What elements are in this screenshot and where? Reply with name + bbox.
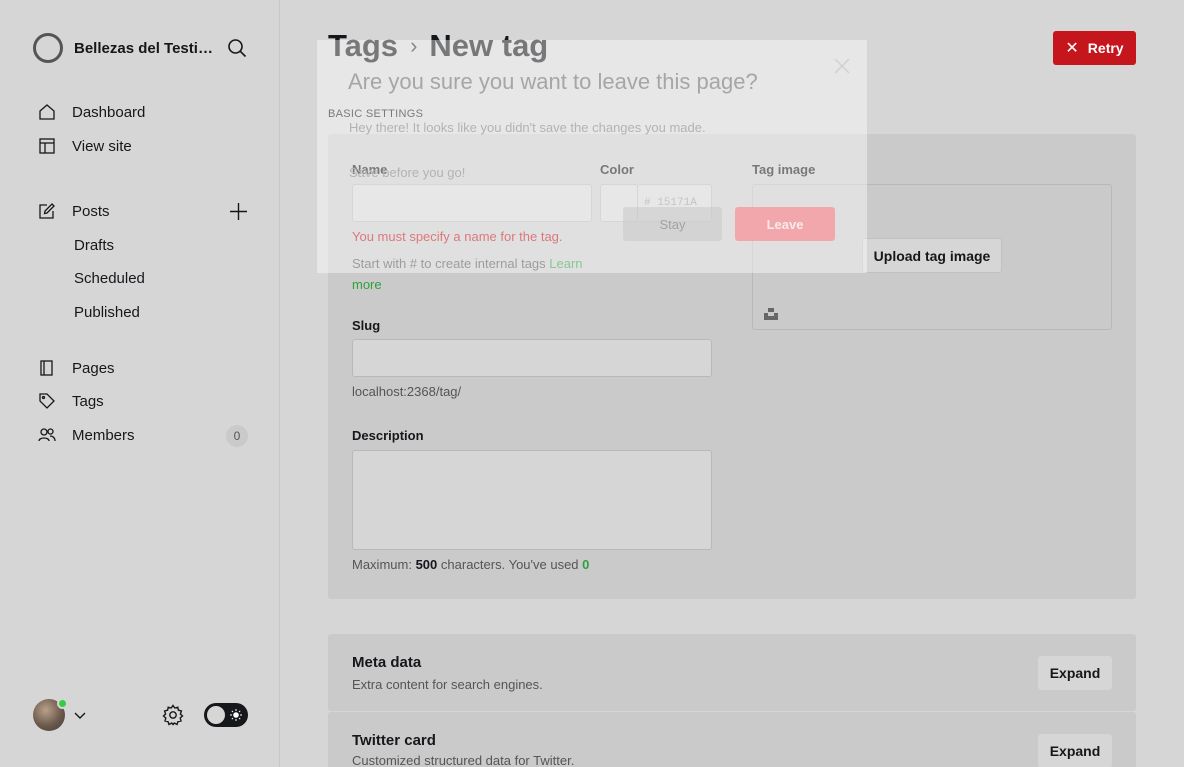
section-subtitle: Customized structured data for Twitter. — [352, 753, 575, 767]
slug-label: Slug — [352, 318, 381, 333]
page-icon — [40, 360, 53, 376]
chevron-down-icon[interactable] — [74, 709, 86, 721]
slug-hint: localhost:2368/tag/ — [352, 384, 462, 399]
site-name: Bellezas del Testing — [74, 39, 214, 57]
expand-twitter-card-button[interactable]: Expand — [1038, 734, 1112, 767]
sidebar: Bellezas del Testing Dashboard View site… — [0, 0, 280, 767]
meta-data-section: Meta data Extra content for search engin… — [328, 634, 1136, 711]
description-textarea[interactable] — [352, 450, 712, 550]
sidebar-item-label: Members — [72, 426, 135, 444]
retry-button[interactable]: ✕ Retry — [1053, 31, 1136, 65]
expand-meta-data-button[interactable]: Expand — [1038, 656, 1112, 690]
sidebar-item-pages[interactable]: Pages — [38, 359, 115, 377]
modal-body: Hey there! It looks like you didn't save… — [349, 120, 706, 180]
section-title: Meta data — [352, 654, 422, 671]
sidebar-item-tags[interactable]: Tags — [38, 392, 104, 410]
sidebar-item-members[interactable]: Members — [38, 426, 135, 444]
site-brand[interactable]: Bellezas del Testing — [33, 33, 214, 63]
layout-icon — [39, 138, 55, 154]
site-logo — [33, 33, 63, 63]
close-icon: ✕ — [1065, 40, 1079, 57]
sidebar-item-dashboard[interactable]: Dashboard — [38, 103, 145, 121]
sidebar-item-label: Posts — [72, 202, 110, 220]
upload-tag-image-button[interactable]: Upload tag image — [862, 238, 1002, 273]
gear-icon[interactable] — [162, 704, 184, 726]
close-icon[interactable] — [832, 56, 852, 76]
description-label: Description — [352, 428, 424, 443]
sun-icon — [230, 709, 242, 721]
unsplash-icon[interactable] — [764, 307, 778, 321]
members-count-badge: 0 — [226, 425, 248, 447]
online-status-dot — [57, 698, 68, 709]
description-hint: Maximum: 500 characters. You've used 0 — [352, 557, 590, 572]
toggle-knob — [207, 706, 225, 724]
leave-button[interactable]: Leave — [735, 207, 835, 241]
sidebar-item-drafts[interactable]: Drafts — [74, 237, 114, 254]
sidebar-item-label: Tags — [72, 392, 104, 410]
edit-icon — [39, 203, 55, 219]
stay-button[interactable]: Stay — [623, 207, 722, 241]
sidebar-item-published[interactable]: Published — [74, 304, 140, 321]
sidebar-item-posts[interactable]: Posts — [38, 202, 110, 220]
modal-title: Are you sure you want to leave this page… — [348, 69, 758, 94]
twitter-card-section: Twitter card Customized structured data … — [328, 712, 1136, 767]
tag-icon — [39, 393, 55, 409]
slug-input[interactable] — [352, 339, 712, 377]
section-subtitle: Extra content for search engines. — [352, 677, 543, 692]
sidebar-item-label: View site — [72, 137, 132, 155]
sidebar-item-label: Dashboard — [72, 103, 146, 121]
sidebar-item-scheduled[interactable]: Scheduled — [74, 270, 145, 287]
add-post-icon[interactable] — [229, 202, 248, 221]
search-icon[interactable] — [227, 38, 247, 58]
retry-label: Retry — [1087, 40, 1124, 56]
section-title: Twitter card — [352, 732, 436, 749]
dark-mode-toggle[interactable] — [204, 703, 248, 727]
members-icon — [38, 428, 56, 442]
sidebar-item-view-site[interactable]: View site — [38, 137, 132, 155]
home-icon — [39, 104, 55, 120]
sidebar-item-label: Pages — [72, 359, 115, 377]
